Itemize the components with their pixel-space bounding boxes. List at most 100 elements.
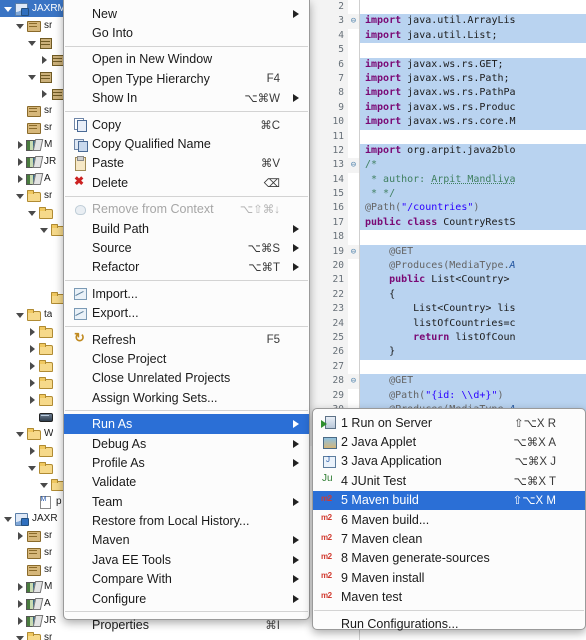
source-text[interactable]: @GET xyxy=(359,374,586,389)
menu-item-9-maven-install[interactable]: 9 Maven install xyxy=(313,568,585,587)
source-text[interactable]: import javax.ws.rs.core.M xyxy=(359,115,586,130)
fold-marker-icon[interactable]: ⊖ xyxy=(348,244,359,260)
source-text[interactable]: @Path("/countries") xyxy=(359,201,586,216)
fold-marker-icon[interactable]: ⊖ xyxy=(348,158,359,173)
twisty-expanded-icon[interactable] xyxy=(4,514,14,524)
line-number: 11 xyxy=(310,129,348,144)
menu-item-close-unrelated-projects[interactable]: Close Unrelated Projects xyxy=(64,369,309,388)
menu-item-maven[interactable]: Maven xyxy=(64,531,309,550)
twisty-collapsed-icon[interactable] xyxy=(28,378,38,388)
menu-item-7-maven-clean[interactable]: 7 Maven clean xyxy=(313,529,585,548)
source-text[interactable]: return listOfCoun xyxy=(359,330,586,346)
twisty-expanded-icon[interactable] xyxy=(28,38,38,48)
twisty-expanded-icon[interactable] xyxy=(16,310,26,320)
twisty-expanded-icon[interactable] xyxy=(4,4,14,14)
twisty-expanded-icon[interactable] xyxy=(16,633,26,640)
menu-item-debug-as[interactable]: Debug As xyxy=(64,434,309,453)
menu-item-maven-test[interactable]: Maven test xyxy=(313,588,585,607)
twisty-expanded-icon[interactable] xyxy=(16,429,26,439)
menu-item-open-type-hierarchy[interactable]: Open Type Hierarchy F4 xyxy=(64,69,309,88)
twisty-collapsed-icon[interactable] xyxy=(16,616,26,626)
source-text[interactable]: * author: Arpit Mandliya xyxy=(359,172,586,188)
twisty-expanded-icon[interactable] xyxy=(16,191,26,201)
source-text[interactable]: import javax.ws.rs.PathPa xyxy=(359,86,586,101)
twisty-collapsed-icon[interactable] xyxy=(28,395,38,405)
menu-item-team[interactable]: Team xyxy=(64,492,309,511)
source-text[interactable]: import javax.ws.rs.GET; xyxy=(359,57,586,72)
fold-marker-icon[interactable]: ⊖ xyxy=(348,374,359,389)
run-as-submenu[interactable]: 1 Run on Server ⇧⌥X R 2 Java Applet ⌥⌘X A 3 … xyxy=(312,408,586,633)
menu-item-open-in-new-window[interactable]: Open in New Window xyxy=(64,50,309,69)
menu-item-java-ee-tools[interactable]: Java EE Tools xyxy=(64,550,309,569)
twisty-collapsed-icon[interactable] xyxy=(28,344,38,354)
menu-item-copy[interactable]: Copy ⌘C xyxy=(64,115,309,134)
menu-item-1-run-on-server[interactable]: 1 Run on Server ⇧⌥X R xyxy=(313,413,585,432)
menu-item-2-java-applet[interactable]: 2 Java Applet ⌥⌘X A xyxy=(313,432,585,451)
source-text[interactable]: @Produces(MediaType.A xyxy=(359,259,586,274)
menu-item-8-maven-generate-sources[interactable]: 8 Maven generate-sources xyxy=(313,549,585,568)
twisty-expanded-icon[interactable] xyxy=(40,480,50,490)
menu-item-5-maven-build[interactable]: 5 Maven build ⇧⌥X M xyxy=(313,490,585,510)
menu-item-refactor[interactable]: Refactor ⌥⌘T xyxy=(64,258,309,277)
menu-item-4-junit-test[interactable]: 4 JUnit Test ⌥⌘X T xyxy=(313,471,585,490)
source-text[interactable]: listOfCountries=c xyxy=(359,316,586,331)
source-text[interactable]: @Path("{id: \\d+}") xyxy=(359,388,586,403)
menu-item-go-into[interactable]: Go Into xyxy=(64,23,309,42)
source-text[interactable]: public List<Country> xyxy=(359,273,586,288)
source-text[interactable]: import javax.ws.rs.Path; xyxy=(359,71,586,87)
twisty-collapsed-icon[interactable] xyxy=(16,174,26,184)
source-text[interactable]: import java.util.List; xyxy=(359,28,586,44)
menu-item-assign-working-sets[interactable]: Assign Working Sets... xyxy=(64,388,309,407)
twisty-collapsed-icon[interactable] xyxy=(28,446,38,456)
twisty-expanded-icon[interactable] xyxy=(28,208,38,218)
source-text[interactable]: } xyxy=(359,345,586,360)
menu-item-delete[interactable]: Delete ⌫ xyxy=(64,173,309,192)
menu-item-build-path[interactable]: Build Path xyxy=(64,219,309,238)
menu-item-show-in[interactable]: Show In ⌥⌘W xyxy=(64,89,309,108)
source-text[interactable]: import javax.ws.rs.Produc xyxy=(359,100,586,116)
twisty-expanded-icon[interactable] xyxy=(28,463,38,473)
source-text[interactable]: import java.util.ArrayLis xyxy=(359,14,586,29)
line-number: 28 xyxy=(310,374,348,389)
menu-item-paste[interactable]: Paste ⌘V xyxy=(64,154,309,173)
menu-item-3-java-application[interactable]: 3 Java Application ⌥⌘X J xyxy=(313,452,585,471)
twisty-collapsed-icon[interactable] xyxy=(16,599,26,609)
menu-item-configure[interactable]: Configure xyxy=(64,589,309,608)
twisty-collapsed-icon[interactable] xyxy=(16,157,26,167)
menu-item-copy-qualified-name[interactable]: Copy Qualified Name xyxy=(64,134,309,153)
source-text[interactable]: * */ xyxy=(359,187,586,202)
menu-item-refresh[interactable]: Refresh F5 xyxy=(64,330,309,349)
menu-item-profile-as[interactable]: Profile As xyxy=(64,453,309,472)
menu-item-source[interactable]: Source ⌥⌘S xyxy=(64,238,309,257)
menu-item-new[interactable]: New xyxy=(64,4,309,23)
twisty-collapsed-icon[interactable] xyxy=(28,327,38,337)
source-text[interactable]: List<Country> lis xyxy=(359,302,586,317)
menu-item-6-maven-build[interactable]: 6 Maven build... xyxy=(313,510,585,529)
twisty-collapsed-icon[interactable] xyxy=(16,582,26,592)
twisty-collapsed-icon[interactable] xyxy=(28,361,38,371)
menu-item-import[interactable]: Import... xyxy=(64,284,309,303)
source-text[interactable]: { xyxy=(359,287,586,303)
menu-item-compare-with[interactable]: Compare With xyxy=(64,570,309,589)
twisty-expanded-icon[interactable] xyxy=(16,21,26,31)
twisty-collapsed-icon[interactable] xyxy=(40,55,50,65)
source-text[interactable]: /* xyxy=(359,158,586,173)
menu-item-validate[interactable]: Validate xyxy=(64,473,309,492)
source-text[interactable]: import org.arpit.java2blo xyxy=(359,143,586,159)
source-text[interactable]: @GET xyxy=(359,244,586,260)
twisty-collapsed-icon[interactable] xyxy=(16,531,26,541)
menu-item-run-as[interactable]: Run As xyxy=(64,414,309,434)
fold-marker-icon[interactable]: ⊖ xyxy=(348,14,359,29)
menu-item-close-project[interactable]: Close Project xyxy=(64,349,309,368)
menu-item-properties[interactable]: Properties ⌘I xyxy=(64,615,309,634)
menu-item-run-configurations[interactable]: Run Configurations... xyxy=(313,614,585,633)
twisty-expanded-icon[interactable] xyxy=(40,225,50,235)
source-text[interactable]: public class CountryRestS xyxy=(359,215,586,231)
menu-item-restore-from-local-history[interactable]: Restore from Local History... xyxy=(64,511,309,530)
project-context-menu[interactable]: New Go Into Open in New Window Open Type Hi… xyxy=(63,0,310,632)
twisty-expanded-icon[interactable] xyxy=(28,72,38,82)
menu-item-export[interactable]: Export... xyxy=(64,303,309,322)
twisty-collapsed-icon[interactable] xyxy=(16,140,26,150)
tree-item-label: JAXR xyxy=(32,513,58,524)
twisty-collapsed-icon[interactable] xyxy=(40,89,50,99)
